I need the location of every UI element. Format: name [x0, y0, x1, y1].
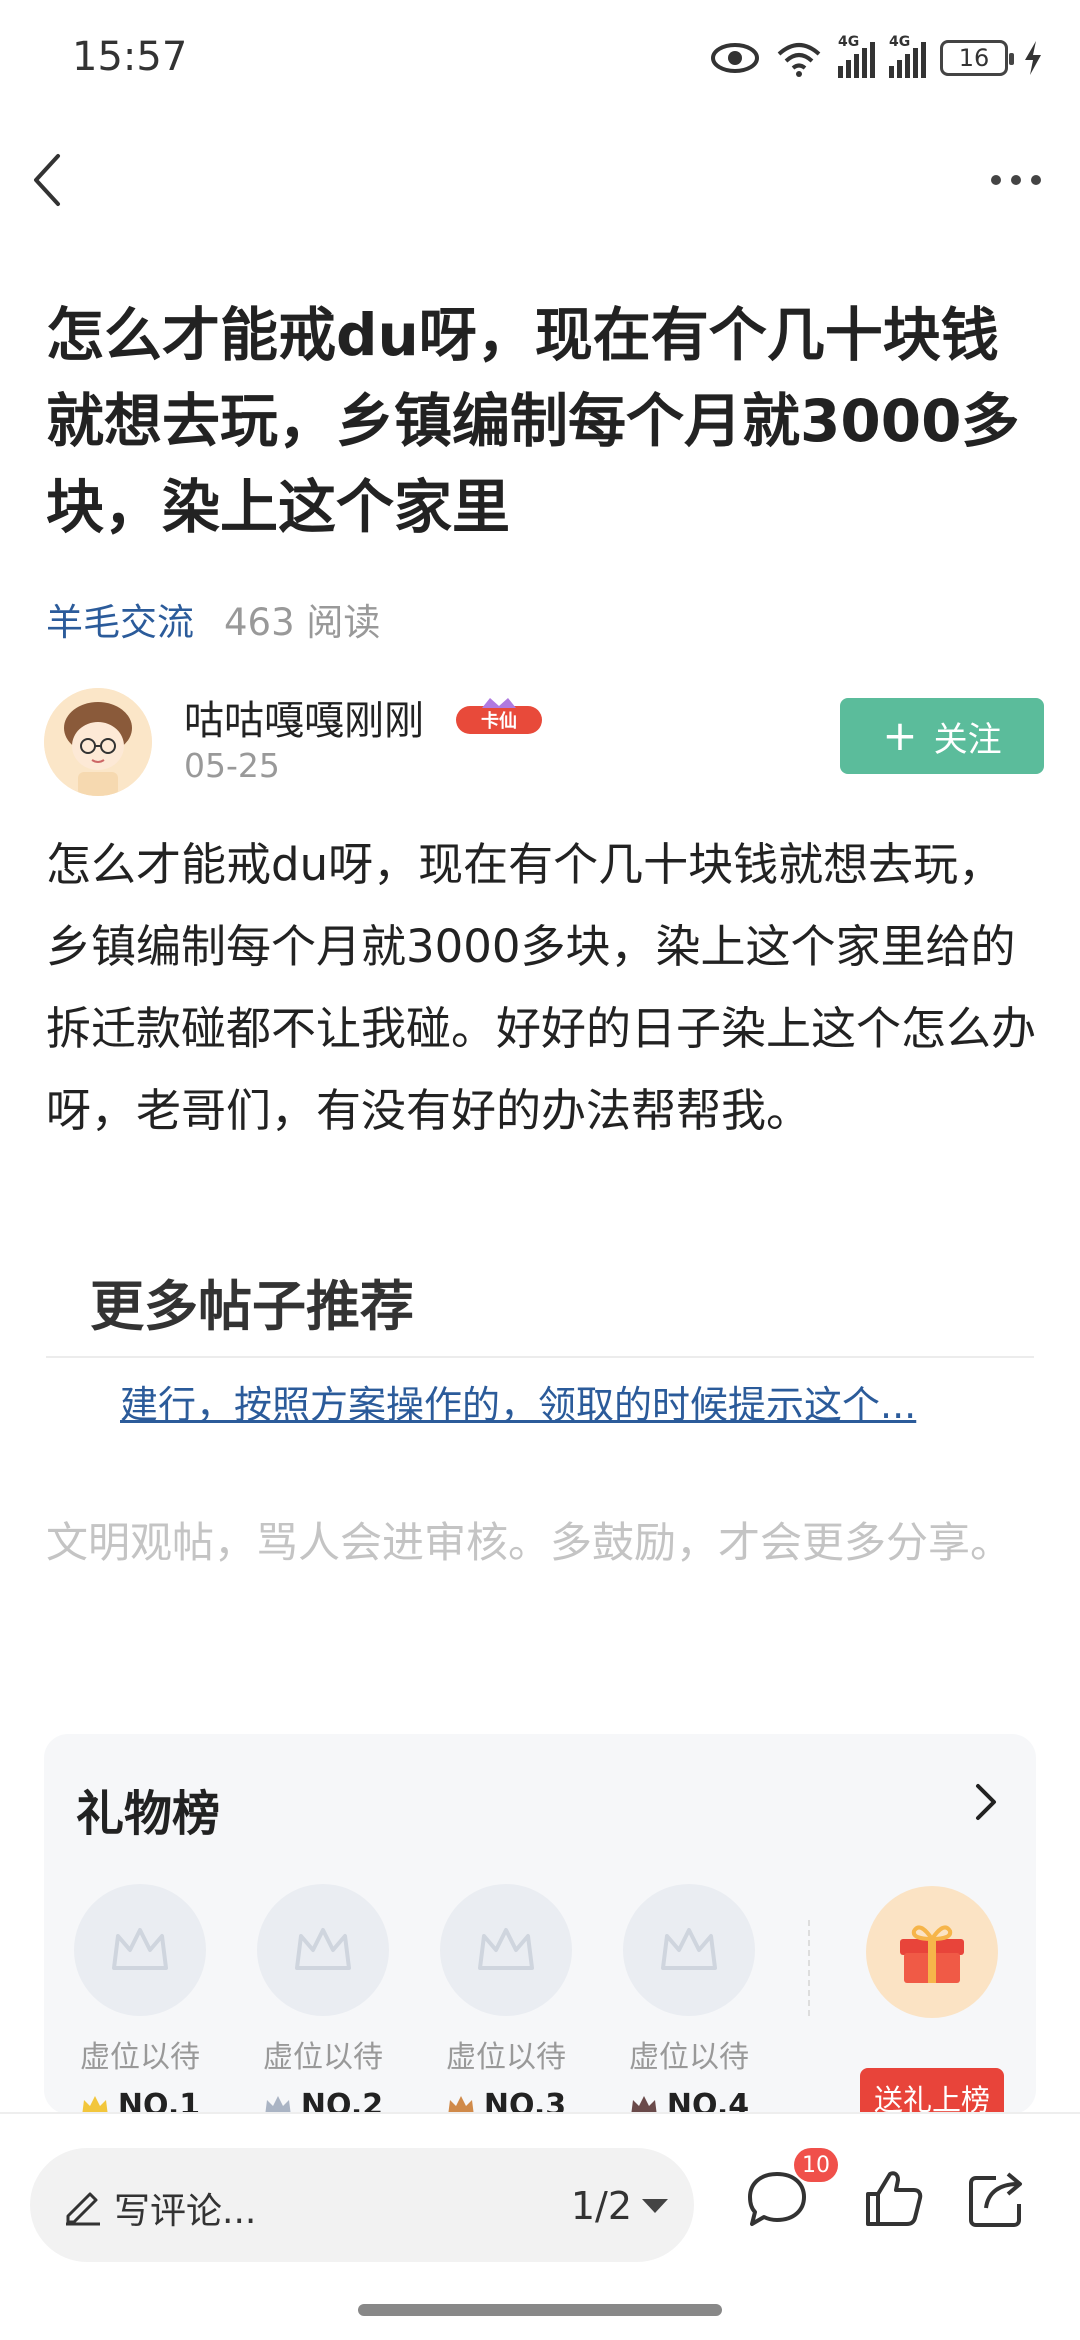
category-link[interactable]: 羊毛交流 — [46, 592, 194, 646]
network-type-label: 4G — [889, 34, 911, 50]
comment-guideline: 文明观帖，骂人会进审核。多鼓励，才会更多分享。 — [46, 1518, 1013, 1567]
recommend-item-link[interactable]: 建行，按照方案操作的，领取的时候提示这个... — [120, 1374, 1000, 1429]
page-number: 1/2 — [570, 2184, 632, 2228]
status-bar: 15:57 4G 4G 16 — [0, 0, 1080, 120]
rank-number: NO.2 — [300, 2088, 384, 2114]
post-meta: 羊毛交流 463 阅读 — [46, 592, 380, 646]
rank-number: NO.1 — [117, 2088, 201, 2114]
rank-number: NO.3 — [483, 2088, 567, 2114]
slot-wait-label: 虚位以待 — [80, 2040, 200, 2075]
rank-crown-icon — [448, 2095, 474, 2114]
post-body: 怎么才能戒du呀，现在有个几十块钱就想去玩，乡镇编制每个月就3000多块，染上这… — [46, 838, 1037, 1137]
triangle-down-icon — [642, 2199, 668, 2213]
status-time: 15:57 — [72, 34, 188, 80]
crown-badge-icon: 卡仙 — [456, 698, 542, 734]
avatar-illustration — [44, 688, 152, 796]
rank-crown-icon — [265, 2095, 291, 2114]
follow-label: 关注 — [933, 719, 1002, 760]
page-selector[interactable]: 1/2 — [571, 2184, 668, 2228]
battery-icon: 16 — [940, 40, 1014, 76]
charging-icon — [1025, 41, 1041, 75]
author-name[interactable]: 咕咕嘎嘎刚刚 — [184, 688, 424, 746]
gift-board-title: 礼物榜 — [76, 1786, 221, 1842]
rank-crown-icon — [631, 2095, 657, 2114]
comment-input[interactable]: 写评论... 1/2 — [30, 2148, 694, 2262]
like-icon[interactable] — [858, 2164, 928, 2234]
rank-label: NO.2 — [257, 2088, 389, 2114]
pencil-icon — [66, 2192, 100, 2226]
rank-label: NO.1 — [74, 2088, 206, 2114]
post-date: 05-25 — [184, 746, 280, 785]
post-title: 怎么才能戒du呀，现在有个几十块钱就想去玩，乡镇编制每个月就3000多块，染上这… — [46, 301, 1020, 541]
gift-slot[interactable]: 虚位以待 NO.4 — [623, 1884, 759, 2114]
home-indicator[interactable] — [358, 2304, 722, 2316]
send-gift-button[interactable]: 送礼上榜 — [860, 2068, 1004, 2114]
gift-board: 礼物榜 虚位以待 NO.1 虚位以待 NO.2 虚位以待 NO.3 虚位以待 N… — [44, 1734, 1036, 2114]
plus-icon: + — [882, 711, 918, 760]
recommend-title: 更多帖子推荐 — [90, 1275, 414, 1338]
gift-slot[interactable]: 虚位以待 NO.1 — [74, 1884, 210, 2114]
author-row: 咕咕嘎嘎刚刚 卡仙 05-25 + 关注 — [44, 688, 1044, 800]
status-icons: 4G 4G 16 — [710, 34, 1044, 82]
wifi-icon — [777, 43, 821, 77]
crown-placeholder-icon — [440, 1884, 572, 2016]
rank-crown-icon — [82, 2095, 108, 2114]
share-icon[interactable] — [962, 2164, 1032, 2234]
signal-icon: 4G — [838, 34, 875, 78]
rank-label: NO.3 — [440, 2088, 572, 2114]
rank-number: NO.4 — [666, 2088, 750, 2114]
gift-box-icon[interactable] — [866, 1886, 998, 2018]
gift-slot[interactable]: 虚位以待 NO.2 — [257, 1884, 393, 2114]
crown-placeholder-icon — [257, 1884, 389, 2016]
read-count: 463 阅读 — [224, 601, 381, 644]
rank-label: NO.4 — [623, 2088, 755, 2114]
badge-label: 卡仙 — [481, 710, 517, 732]
slot-wait-label: 虚位以待 — [446, 2040, 566, 2075]
crown-placeholder-icon — [623, 1884, 755, 2016]
slot-wait-label: 虚位以待 — [263, 2040, 383, 2075]
network-type-label: 4G — [838, 34, 860, 50]
eye-icon — [711, 43, 759, 73]
top-nav — [0, 130, 1080, 230]
comment-placeholder: 写评论... — [114, 2191, 257, 2232]
chevron-right-icon[interactable] — [966, 1776, 1006, 1828]
follow-button[interactable]: + 关注 — [840, 698, 1044, 774]
comment-count-badge: 10 — [794, 2148, 838, 2182]
slot-wait-label: 虚位以待 — [629, 2040, 749, 2075]
crown-placeholder-icon — [74, 1884, 206, 2016]
more-icon[interactable] — [988, 168, 1044, 192]
gift-slot[interactable]: 虚位以待 NO.3 — [440, 1884, 576, 2114]
back-icon[interactable] — [28, 150, 68, 210]
divider — [808, 1920, 810, 2016]
signal-icon: 4G — [889, 34, 926, 78]
battery-level: 16 — [958, 44, 990, 72]
avatar[interactable] — [44, 688, 152, 796]
divider — [46, 1356, 1034, 1358]
